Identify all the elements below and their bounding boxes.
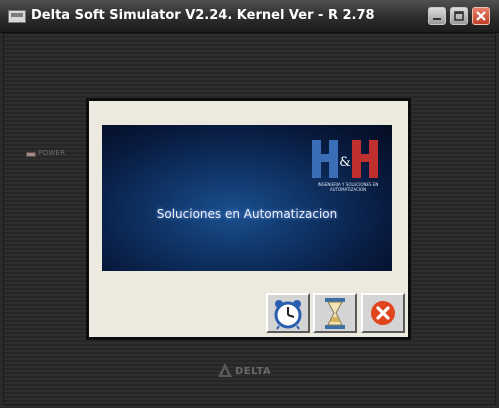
alarm-clock-icon [274, 300, 302, 330]
power-label: POWER [38, 149, 66, 157]
splash-screen[interactable]: & INGENIERIA Y SOLUCIONES EN AUTOMATIZAC… [102, 125, 392, 271]
simulator-window: Delta Soft Simulator V2.24. Kernel Ver -… [0, 0, 499, 408]
maximize-icon [454, 11, 464, 21]
cancel-button[interactable] [361, 293, 405, 333]
app-icon[interactable] [8, 10, 26, 23]
title-bar[interactable]: Delta Soft Simulator V2.24. Kernel Ver -… [0, 0, 499, 33]
close-icon [476, 11, 486, 21]
brand-label: DELTA [235, 366, 272, 377]
close-button[interactable] [472, 7, 490, 25]
minimize-button[interactable] [428, 7, 446, 25]
power-led [26, 152, 36, 157]
window-title: Delta Soft Simulator V2.24. Kernel Ver -… [31, 8, 375, 23]
hourglass-button[interactable] [313, 293, 357, 333]
logo-subtitle: INGENIERIA Y SOLUCIONES EN AUTOMATIZACIO… [317, 182, 379, 192]
delta-triangle-icon [218, 363, 232, 377]
maximize-button[interactable] [450, 7, 468, 25]
alarm-button[interactable] [266, 293, 310, 333]
minimize-icon [433, 18, 441, 20]
splash-text: Soluciones en Automatizacion [156, 207, 338, 221]
cancel-icon [371, 301, 395, 325]
logo-ampersand: & [339, 155, 351, 170]
hourglass-icon [325, 298, 345, 329]
